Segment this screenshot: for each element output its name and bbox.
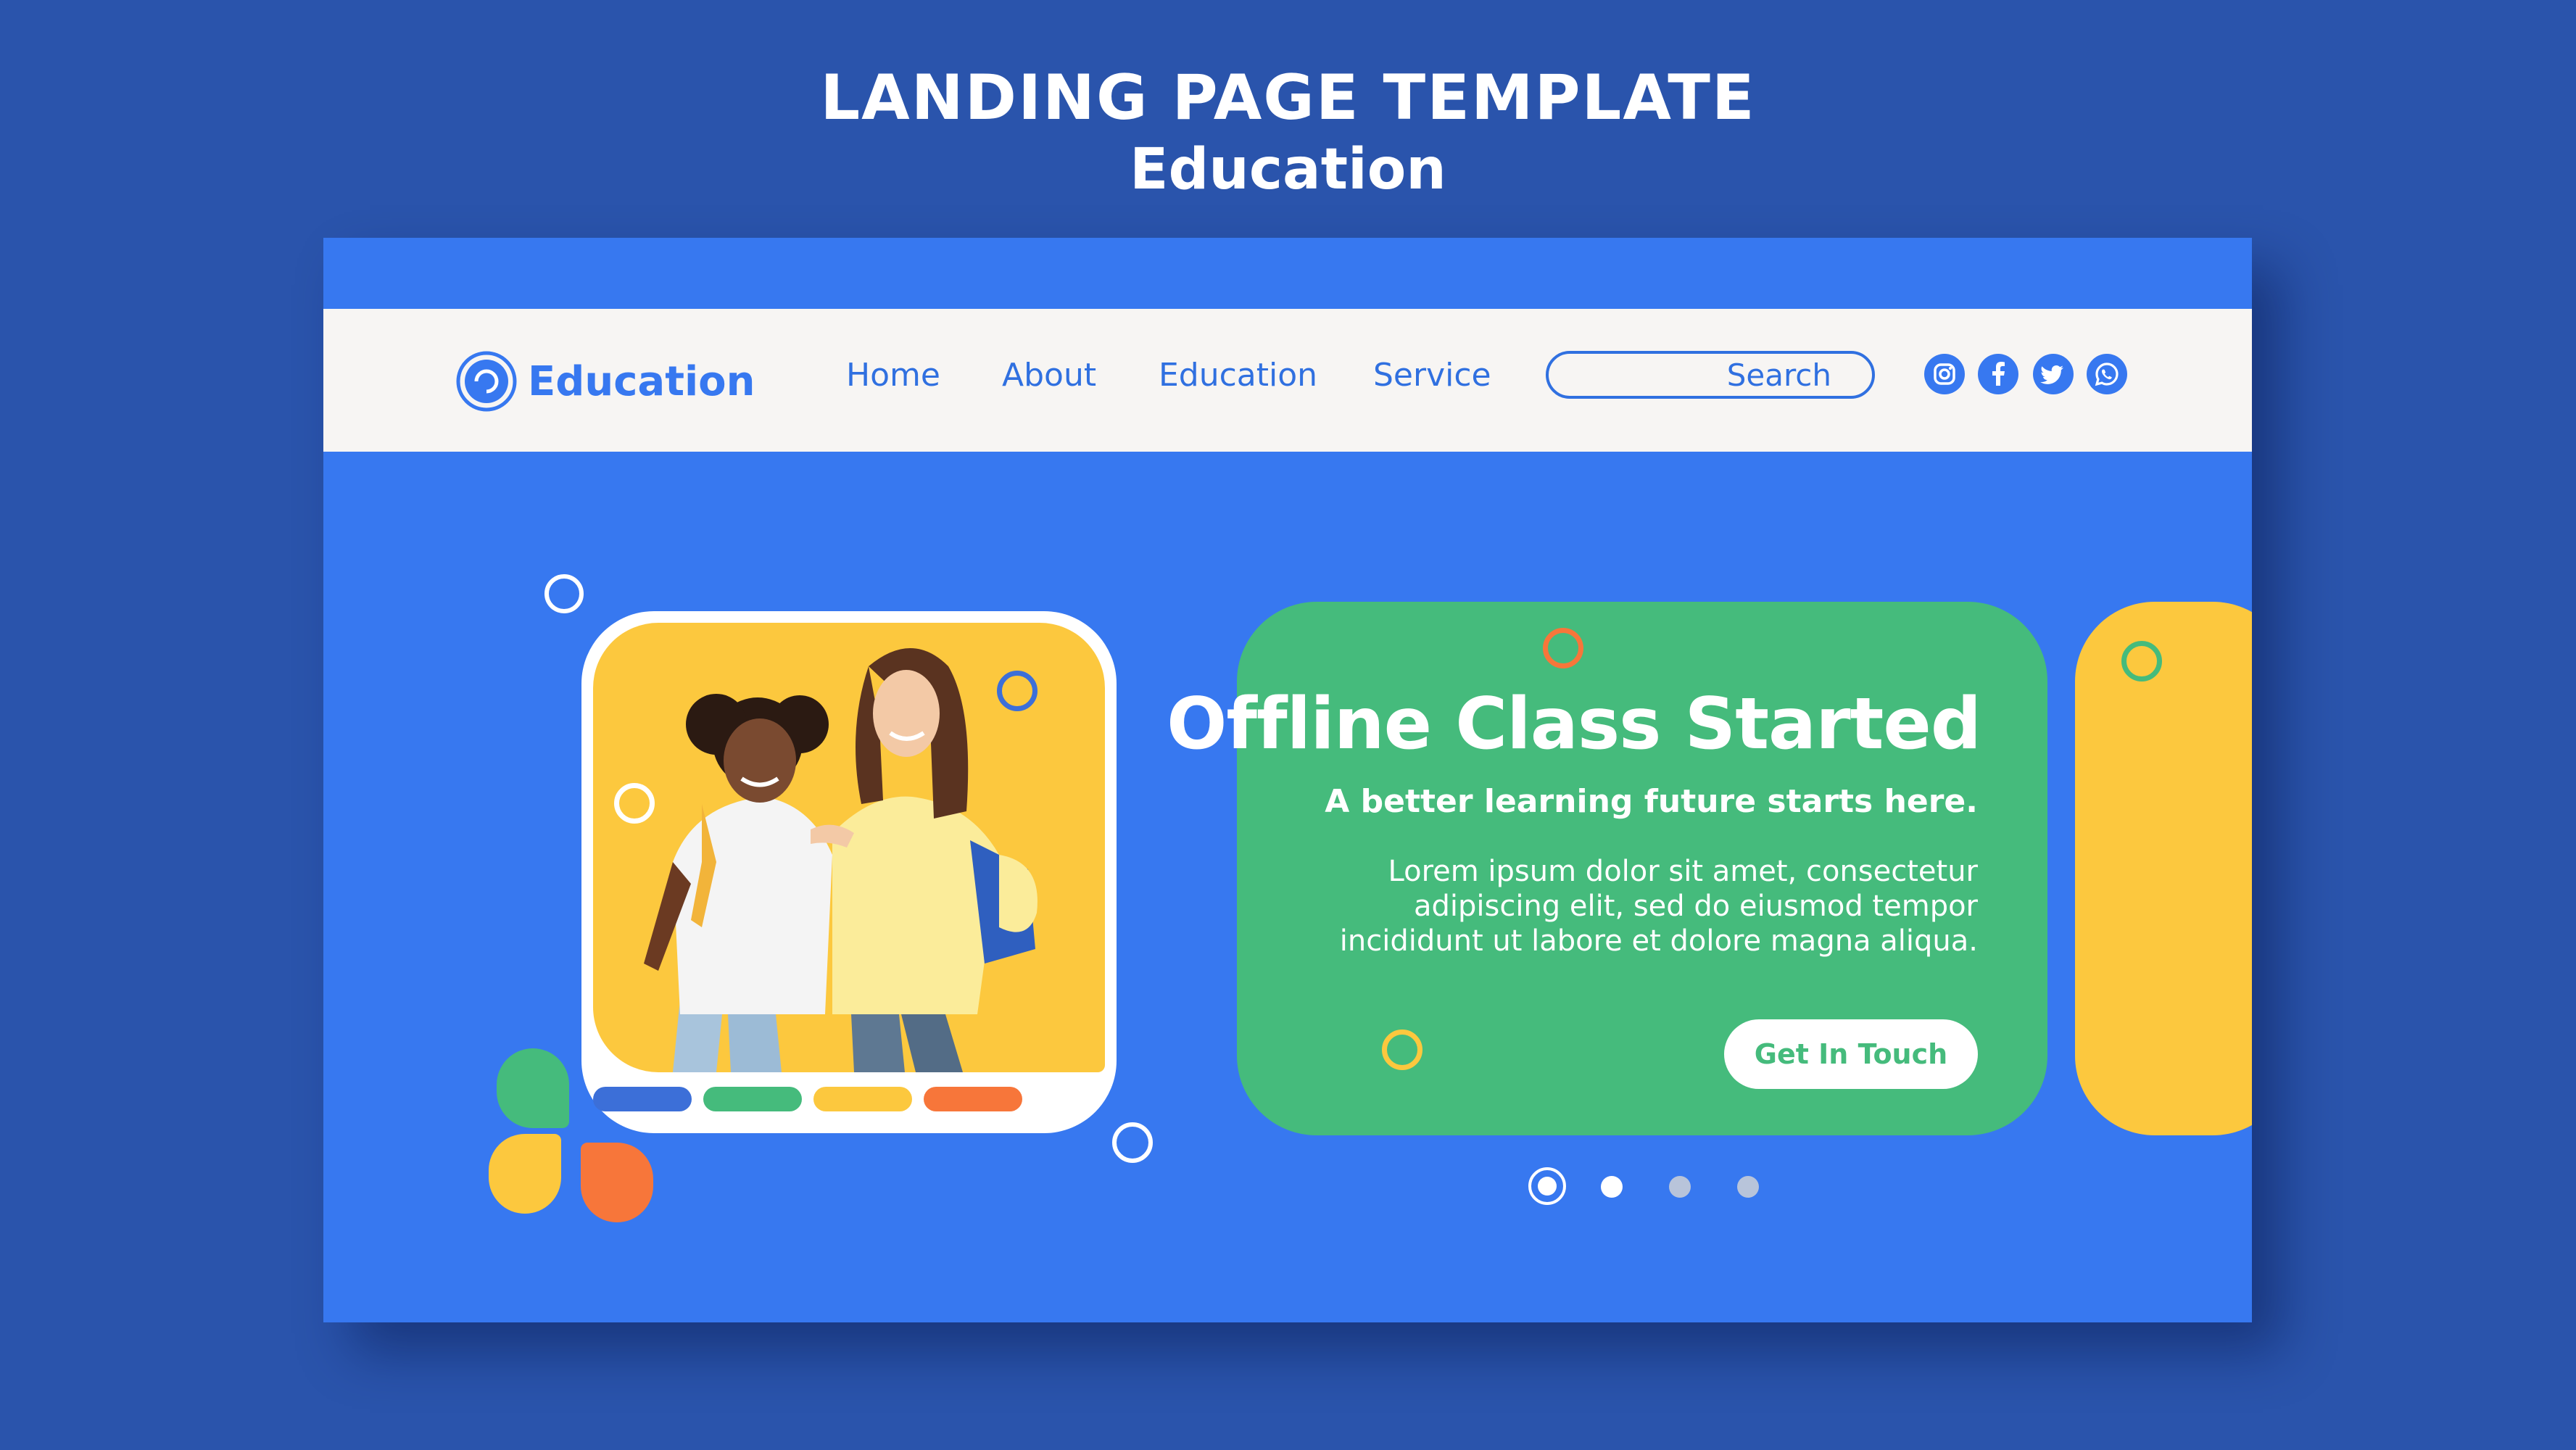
ring-decoration bbox=[1382, 1030, 1422, 1070]
hero-title: Offline Class Started bbox=[1167, 683, 1981, 766]
instagram-button[interactable] bbox=[1924, 354, 1965, 394]
instagram-icon bbox=[1934, 363, 1955, 385]
page-heading: LANDING PAGE TEMPLATE Education bbox=[0, 58, 2576, 204]
carousel-dot-active[interactable] bbox=[1528, 1167, 1566, 1205]
next-slide-card[interactable] bbox=[2075, 602, 2252, 1135]
get-in-touch-button[interactable]: Get In Touch bbox=[1724, 1019, 1978, 1089]
ring-decoration bbox=[1112, 1122, 1153, 1163]
hero-description: Lorem ipsum dolor sit amet, consectetur … bbox=[1339, 855, 1978, 958]
nav-link-education[interactable]: Education bbox=[1159, 354, 1317, 397]
color-bar-orange bbox=[924, 1087, 1022, 1111]
facebook-icon bbox=[1992, 362, 2005, 386]
page-subtitle: Education bbox=[1130, 137, 1446, 202]
logo-icon bbox=[456, 351, 517, 412]
brand[interactable]: Education bbox=[455, 345, 755, 418]
facebook-button[interactable] bbox=[1978, 354, 2018, 394]
carousel-dot[interactable] bbox=[1737, 1176, 1759, 1198]
flower-petal-yellow bbox=[489, 1134, 561, 1214]
color-bar-green bbox=[703, 1087, 802, 1111]
color-bar-blue bbox=[593, 1087, 692, 1111]
whatsapp-button[interactable] bbox=[2087, 354, 2127, 394]
hero-subtitle: A better learning future starts here. bbox=[1325, 783, 1978, 820]
ring-decoration bbox=[997, 671, 1038, 711]
carousel-dot[interactable] bbox=[1669, 1176, 1691, 1198]
carousel-dot[interactable] bbox=[1601, 1176, 1623, 1198]
flower-petal-green bbox=[497, 1048, 569, 1128]
hero-card: Offline Class Started A better learning … bbox=[1167, 602, 2047, 1135]
brand-name: Education bbox=[528, 357, 755, 405]
twitter-icon bbox=[2040, 365, 2063, 384]
nav-link-home[interactable]: Home bbox=[846, 354, 940, 397]
twitter-button[interactable] bbox=[2033, 354, 2074, 394]
flower-petal-orange bbox=[581, 1143, 653, 1222]
ring-decoration bbox=[1543, 628, 1583, 668]
nav-link-about[interactable]: About bbox=[1002, 354, 1096, 397]
navbar: Education Home About Education Service bbox=[323, 309, 2252, 452]
ring-decoration bbox=[614, 783, 655, 824]
search-box bbox=[1546, 351, 1875, 399]
nav-link-service[interactable]: Service bbox=[1373, 354, 1491, 397]
page-title: LANDING PAGE TEMPLATE bbox=[820, 62, 1756, 134]
whatsapp-icon bbox=[2095, 362, 2119, 386]
landing-page-mockup: Education Home About Education Service S… bbox=[323, 238, 2252, 1322]
ring-decoration bbox=[544, 574, 584, 613]
ring-decoration bbox=[2121, 641, 2162, 682]
search-input[interactable] bbox=[1563, 354, 1853, 396]
color-bar-yellow bbox=[813, 1087, 912, 1111]
